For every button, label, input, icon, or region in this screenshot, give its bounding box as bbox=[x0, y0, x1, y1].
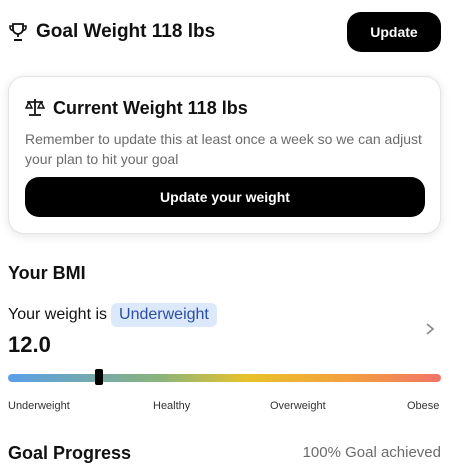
weight-status-label: Your weight is bbox=[8, 306, 108, 323]
current-weight-card: Current Weight 118 lbs Remember to updat… bbox=[8, 76, 441, 234]
goal-header: Goal Weight 118 lbs Update bbox=[8, 12, 441, 52]
update-reminder-text: Remember to update this at least once a … bbox=[25, 131, 422, 167]
bmi-marker bbox=[94, 369, 103, 385]
scale-label-healthy: Healthy bbox=[153, 400, 191, 412]
bmi-scale-bar bbox=[8, 374, 441, 382]
goal-progress-title: Goal Progress bbox=[8, 443, 132, 463]
bmi-category-badge: Underweight bbox=[111, 303, 217, 327]
update-goal-button[interactable]: Update bbox=[347, 12, 441, 52]
trophy-icon bbox=[9, 23, 27, 41]
scale-label-obese: Obese bbox=[407, 400, 440, 412]
weight-status: Your weight is Underweight bbox=[8, 302, 217, 328]
goal-progress-status: 100% Goal achieved bbox=[302, 444, 441, 461]
bmi-section-title: Your BMI bbox=[8, 263, 86, 283]
scale-label-overweight: Overweight bbox=[270, 400, 326, 412]
chevron-right-icon[interactable] bbox=[424, 321, 436, 337]
scale-icon bbox=[25, 99, 45, 116]
current-weight-title: Current Weight 118 lbs bbox=[53, 98, 248, 118]
update-weight-button[interactable]: Update your weight bbox=[25, 177, 425, 217]
scale-label-underweight: Underweight bbox=[8, 400, 70, 412]
goal-weight-title: Goal Weight 118 lbs bbox=[36, 21, 216, 42]
bmi-value: 12.0 bbox=[8, 332, 51, 357]
